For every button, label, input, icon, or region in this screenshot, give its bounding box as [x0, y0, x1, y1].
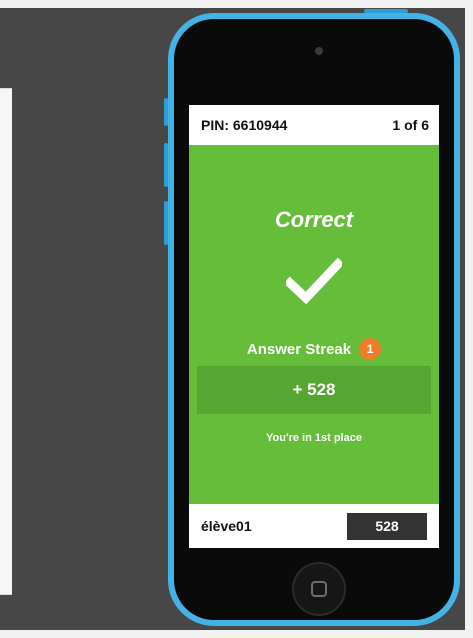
- screen: PIN: 6610944 1 of 6 Correct Answer Strea…: [189, 105, 439, 548]
- volume-down-button: [164, 201, 168, 245]
- player-footer: élève01 528: [189, 504, 439, 548]
- power-button: [364, 9, 408, 13]
- phone-frame: PIN: 6610944 1 of 6 Correct Answer Strea…: [164, 9, 460, 626]
- flame-icon: 1: [359, 338, 382, 360]
- answer-streak: Answer Streak 1: [189, 338, 439, 360]
- placement-text: You're in 1st place: [266, 432, 362, 444]
- game-header: PIN: 6610944 1 of 6: [189, 105, 439, 145]
- result-panel: Correct Answer Streak 1 + 528 You're in …: [189, 145, 439, 504]
- mute-switch: [164, 98, 168, 126]
- right-edge: [465, 0, 473, 638]
- points-value: + 528: [292, 380, 336, 399]
- phone-body: PIN: 6610944 1 of 6 Correct Answer Strea…: [174, 19, 454, 620]
- game-pin: PIN: 6610944: [201, 117, 288, 133]
- front-camera: [315, 47, 323, 55]
- question-progress: 1 of 6: [392, 117, 429, 133]
- volume-up-button: [164, 143, 168, 187]
- player-name: élève01: [201, 518, 252, 534]
- score-value: 528: [375, 518, 399, 534]
- bottom-edge: [0, 630, 473, 638]
- result-title: Correct: [274, 207, 354, 232]
- points-earned: + 528: [197, 366, 431, 414]
- home-square-icon: [311, 581, 327, 597]
- streak-count: 1: [366, 342, 374, 356]
- top-edge: [0, 0, 473, 8]
- streak-label: Answer Streak: [246, 340, 352, 358]
- score-badge: 528: [347, 512, 427, 540]
- left-panel: [0, 88, 12, 595]
- check-icon: [286, 257, 342, 305]
- home-button[interactable]: [292, 562, 346, 616]
